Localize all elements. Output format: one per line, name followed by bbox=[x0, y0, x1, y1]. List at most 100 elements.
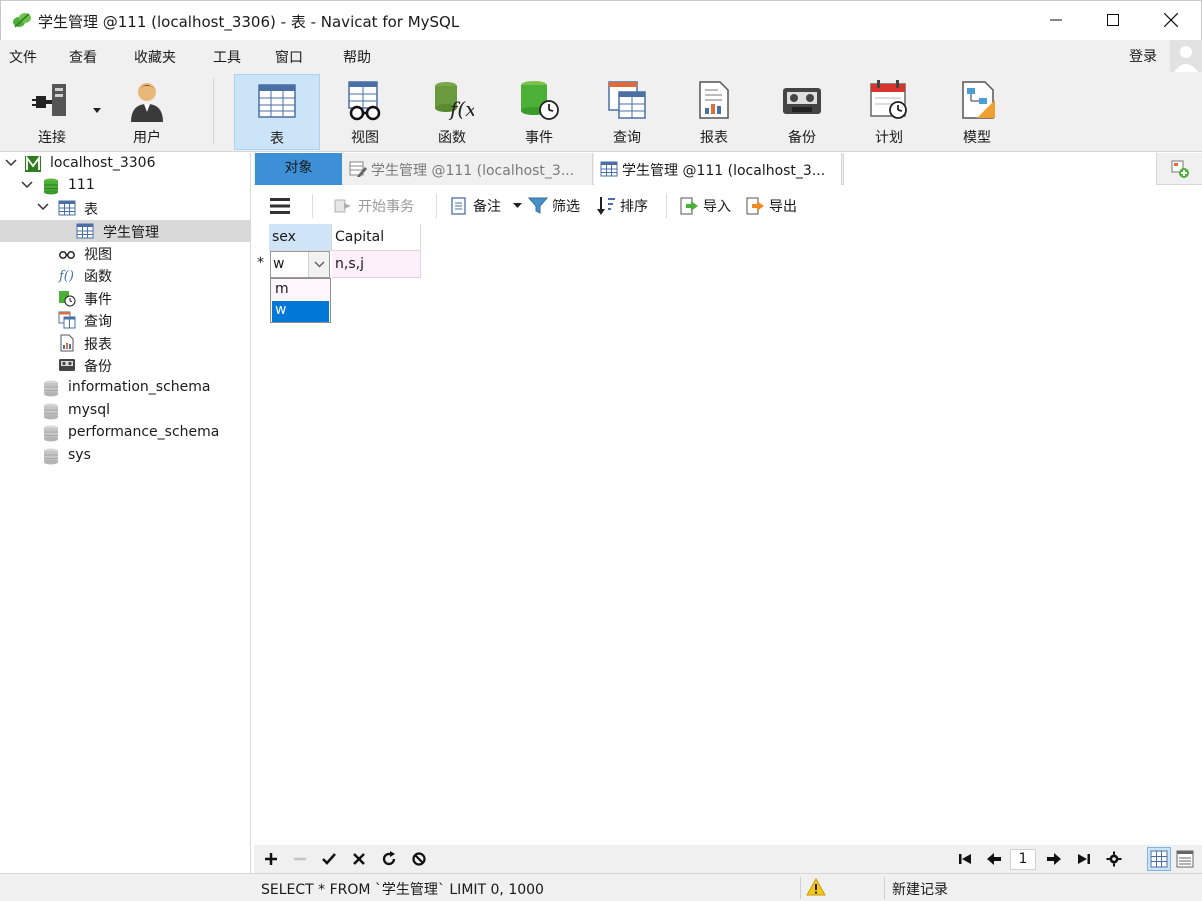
connection-name: localhost_3306 bbox=[50, 155, 156, 171]
tree-tables-group[interactable]: 表 bbox=[0, 197, 250, 219]
export-button[interactable]: 导出 bbox=[745, 195, 797, 217]
report-button[interactable]: 报表 bbox=[671, 74, 757, 150]
maximize-button[interactable] bbox=[1084, 1, 1142, 39]
grid-view-icon bbox=[1150, 850, 1168, 868]
menu-help[interactable]: 帮助 bbox=[343, 47, 371, 67]
main-toolbar: 连接 用户 表 视图 f(函数 事件 查询 报表 备份 计划 模型 bbox=[0, 72, 1202, 152]
dropdown-option-w[interactable]: w bbox=[272, 301, 329, 322]
backup-label: 备份 bbox=[788, 130, 816, 146]
tree-db-performance-schema[interactable]: performance_schema bbox=[0, 422, 250, 444]
object-tree: localhost_3306 111 表 学生管理 视图 f() 函数 事件 查… bbox=[0, 153, 251, 901]
begin-transaction-label: 开始事务 bbox=[358, 199, 414, 215]
combo-dropdown-button[interactable] bbox=[308, 252, 329, 277]
report-icon bbox=[60, 334, 74, 352]
chevron-down-icon[interactable] bbox=[36, 200, 50, 214]
query-button[interactable]: 查询 bbox=[584, 74, 670, 150]
function-label: 函数 bbox=[438, 130, 466, 146]
tree-connection[interactable]: localhost_3306 bbox=[0, 153, 250, 175]
function-icon: f() bbox=[58, 269, 74, 284]
hamburger-menu-icon[interactable] bbox=[270, 198, 290, 214]
table-icon bbox=[258, 84, 296, 118]
connection-label: 连接 bbox=[38, 130, 66, 146]
form-view-button[interactable] bbox=[1173, 847, 1197, 871]
event-button[interactable]: 事件 bbox=[496, 74, 582, 150]
tab-table-design[interactable]: 学生管理 @111 (localhost_3... bbox=[343, 153, 593, 185]
cell-capital[interactable]: n,s,j bbox=[332, 251, 421, 278]
schedule-button[interactable]: 计划 bbox=[846, 74, 932, 150]
tree-views[interactable]: 视图 bbox=[0, 242, 250, 264]
column-header-capital[interactable]: Capital bbox=[332, 224, 421, 251]
table-icon bbox=[76, 223, 94, 239]
menu-view[interactable]: 查看 bbox=[69, 47, 97, 67]
user-button[interactable]: 用户 bbox=[104, 74, 190, 150]
page-number-input[interactable]: 1 bbox=[1010, 849, 1036, 870]
refresh-icon[interactable] bbox=[380, 850, 398, 868]
view-button[interactable]: 视图 bbox=[322, 74, 408, 150]
import-button[interactable]: 导入 bbox=[679, 195, 731, 217]
chevron-down-icon[interactable] bbox=[20, 178, 34, 192]
last-page-icon[interactable] bbox=[1075, 850, 1093, 868]
grid-view-button[interactable] bbox=[1147, 847, 1171, 871]
tree-backups[interactable]: 备份 bbox=[0, 354, 250, 376]
sort-button[interactable]: 排序 bbox=[596, 195, 648, 217]
tree-db-mysql[interactable]: mysql bbox=[0, 400, 250, 422]
chevron-down-icon bbox=[314, 261, 325, 268]
import-icon bbox=[680, 197, 698, 215]
new-tab-icon[interactable] bbox=[1170, 159, 1190, 179]
menu-bar: 文件 查看 收藏夹 工具 窗口 帮助 登录 bbox=[0, 40, 1202, 72]
database-name: 111 bbox=[68, 177, 95, 193]
discard-x-icon[interactable] bbox=[350, 850, 368, 868]
menu-favorites[interactable]: 收藏夹 bbox=[134, 47, 176, 67]
close-button[interactable] bbox=[1142, 1, 1200, 39]
login-link[interactable]: 登录 bbox=[1129, 46, 1157, 66]
menu-file[interactable]: 文件 bbox=[9, 47, 37, 67]
query-icon bbox=[608, 81, 646, 119]
table-icon bbox=[58, 200, 76, 216]
settings-gear-icon[interactable] bbox=[1105, 850, 1123, 868]
menu-tools[interactable]: 工具 bbox=[213, 47, 241, 67]
begin-transaction-button[interactable]: 开始事务 bbox=[334, 195, 414, 217]
tree-events[interactable]: 事件 bbox=[0, 287, 250, 309]
stop-icon[interactable] bbox=[410, 850, 428, 868]
window-title: 学生管理 @111 (localhost_3306) - 表 - Navicat… bbox=[38, 13, 460, 31]
filter-button[interactable]: 筛选 bbox=[528, 195, 580, 217]
model-button[interactable]: 模型 bbox=[934, 74, 1020, 150]
toolbar-divider bbox=[213, 78, 214, 144]
database-icon bbox=[44, 380, 58, 397]
dropdown-option-m[interactable]: m bbox=[272, 280, 329, 301]
chevron-down-icon[interactable] bbox=[4, 156, 18, 170]
database-icon bbox=[44, 403, 58, 420]
data-toolbar: 开始事务 备注 筛选 排序 导入 导出 bbox=[254, 186, 1202, 224]
minimize-button[interactable] bbox=[1027, 1, 1085, 39]
menu-window[interactable]: 窗口 bbox=[275, 47, 303, 67]
backup-button[interactable]: 备份 bbox=[759, 74, 845, 150]
tree-functions[interactable]: f() 函数 bbox=[0, 264, 250, 286]
tree-db-information-schema[interactable]: information_schema bbox=[0, 377, 250, 399]
tree-reports[interactable]: 报表 bbox=[0, 332, 250, 354]
tab-objects[interactable]: 对象 bbox=[255, 153, 342, 185]
add-record-icon[interactable] bbox=[262, 850, 280, 868]
memo-label: 备注 bbox=[473, 199, 501, 215]
sex-combo-editor[interactable]: w bbox=[270, 251, 330, 278]
mysql-connection-icon bbox=[25, 155, 41, 172]
apply-check-icon[interactable] bbox=[320, 850, 338, 868]
connection-dropdown-arrow[interactable] bbox=[93, 108, 101, 113]
memo-dropdown-arrow-icon[interactable] bbox=[513, 203, 522, 209]
avatar[interactable] bbox=[1170, 40, 1202, 72]
tree-database[interactable]: 111 bbox=[0, 175, 250, 197]
previous-page-icon[interactable] bbox=[985, 850, 1003, 868]
next-page-icon[interactable] bbox=[1045, 850, 1063, 868]
table-button[interactable]: 表 bbox=[234, 74, 320, 150]
delete-record-icon[interactable] bbox=[291, 850, 309, 868]
tree-queries[interactable]: 查询 bbox=[0, 309, 250, 331]
tree-db-sys[interactable]: sys bbox=[0, 445, 250, 467]
model-icon bbox=[962, 81, 995, 119]
first-page-icon[interactable] bbox=[956, 850, 974, 868]
connection-button[interactable]: 连接 bbox=[9, 74, 95, 150]
tree-table-item[interactable]: 学生管理 bbox=[0, 220, 250, 242]
column-header-sex[interactable]: sex bbox=[269, 224, 332, 251]
tab-table-data[interactable]: 学生管理 @111 (localhost_3... bbox=[594, 153, 842, 185]
table-label: 表 bbox=[270, 131, 284, 147]
function-button[interactable]: f(x) 函数 bbox=[409, 74, 495, 150]
memo-button[interactable]: 备注 bbox=[449, 195, 501, 217]
